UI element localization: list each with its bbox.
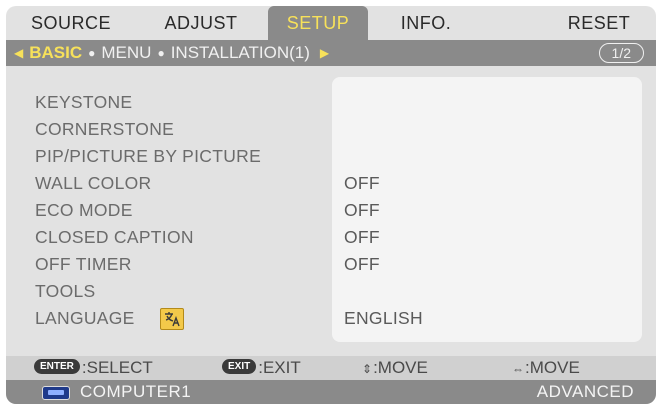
menu-row-cornerstone[interactable]: CORNERSTONE [6,116,656,143]
left-right-arrow-icon: ⇔ [512,362,524,376]
projector-osd-menu: SOURCE ADJUST SETUP INFO. RESET ◀ BASIC … [6,6,656,404]
row-label: CORNERSTONE [35,119,175,139]
row-label: PIP/PICTURE BY PICTURE [35,146,262,166]
guide-move-vertical-text: :MOVE [373,358,428,377]
guide-move-horizontal: ⇔:MOVE [512,356,580,381]
language-icon [160,308,184,330]
computer-source-icon [42,386,70,400]
guide-exit: EXIT:EXIT [222,356,301,380]
menu-row-tools[interactable]: TOOLS [6,278,656,305]
guide-enter: ENTER:SELECT [34,356,153,380]
subtab-installation[interactable]: INSTALLATION(1) [171,43,310,63]
guide-enter-text: :SELECT [81,358,153,377]
up-down-arrow-icon: ⇕ [362,362,373,376]
tab-adjust[interactable]: ADJUST [146,6,256,40]
row-label: KEYSTONE [35,92,133,112]
row-label: ECO MODE [35,200,133,220]
menu-row-keystone[interactable]: KEYSTONE [6,89,656,116]
subtab-menu[interactable]: MENU [101,43,151,63]
menu-row-eco-mode[interactable]: ECO MODE OFF [6,197,656,224]
menu-row-closed-caption[interactable]: CLOSED CAPTION OFF [6,224,656,251]
separator-dot-icon: ● [88,46,96,60]
enter-key-icon: ENTER [34,359,80,375]
right-arrow-icon[interactable]: ▶ [320,46,329,60]
row-value: OFF [344,254,380,274]
input-source: COMPUTER1 [80,382,192,401]
menu-row-wall-color[interactable]: WALL COLOR OFF [6,170,656,197]
menu-row-pip[interactable]: PIP/PICTURE BY PICTURE [6,143,656,170]
guide-exit-text: :EXIT [258,358,301,377]
menu-row-off-timer[interactable]: OFF TIMER OFF [6,251,656,278]
subtab-basic[interactable]: BASIC [29,43,82,63]
row-label: OFF TIMER [35,254,132,274]
row-label: LANGUAGE [35,308,135,328]
row-value: OFF [344,227,380,247]
tab-source[interactable]: SOURCE [16,6,126,40]
row-label: CLOSED CAPTION [35,227,194,247]
sub-tab-bar: ◀ BASIC ● MENU ● INSTALLATION(1) ▶ 1/2 [6,40,656,66]
top-tab-bar: SOURCE ADJUST SETUP INFO. RESET [6,6,656,40]
menu-row-language[interactable]: LANGUAGE ENGLISH [6,305,656,332]
row-value: ENGLISH [344,308,423,328]
guide-move-vertical: ⇕:MOVE [362,356,428,381]
row-value: OFF [344,173,380,193]
row-label: WALL COLOR [35,173,152,193]
row-label: TOOLS [35,281,96,301]
page-indicator: 1/2 [598,43,644,63]
exit-key-icon: EXIT [222,359,257,375]
menu-body: KEYSTONE CORNERSTONE PIP/PICTURE BY PICT… [6,66,656,356]
left-arrow-icon[interactable]: ◀ [14,46,23,60]
row-value: OFF [344,200,380,220]
separator-dot-icon: ● [157,46,165,60]
menu-mode: ADVANCED [536,382,634,401]
button-guide-bar: ENTER:SELECT EXIT:EXIT ⇕:MOVE ⇔:MOVE [6,356,656,380]
tab-reset[interactable]: RESET [554,6,644,40]
guide-move-horizontal-text: :MOVE [525,358,580,377]
status-bar: COMPUTER1 ADVANCED [6,380,656,404]
tab-setup[interactable]: SETUP [268,6,368,40]
tab-info[interactable]: INFO. [386,6,466,40]
